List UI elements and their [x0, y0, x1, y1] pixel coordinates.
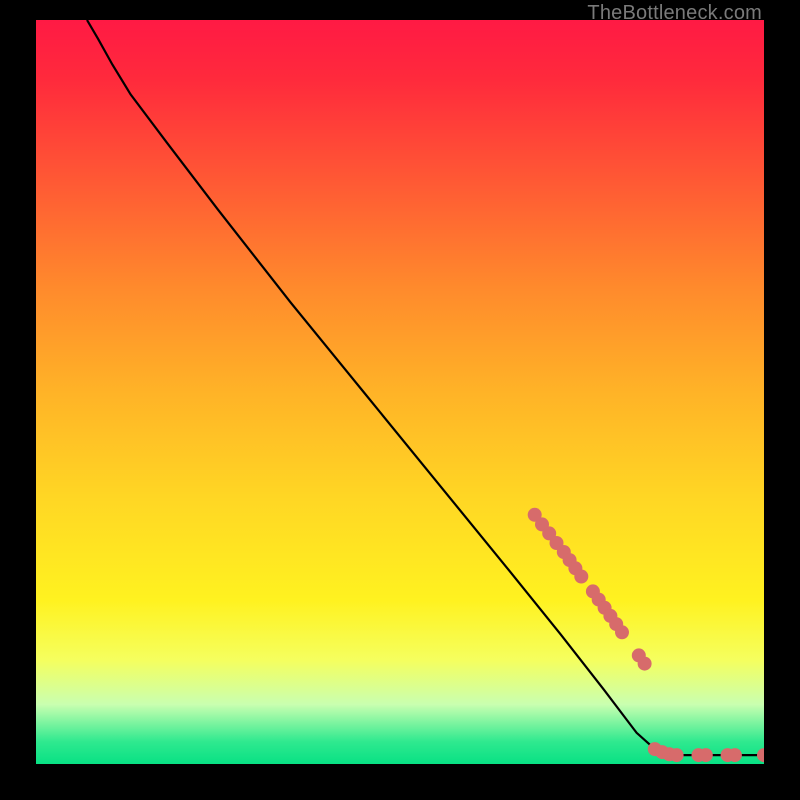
data-marker: [592, 593, 606, 607]
data-marker: [655, 745, 669, 759]
data-marker: [615, 625, 629, 639]
data-marker: [699, 748, 713, 762]
data-marker: [563, 553, 577, 567]
chart-svg: [36, 20, 764, 764]
data-marker: [550, 536, 564, 550]
data-marker: [557, 545, 571, 559]
marker-group: [528, 508, 764, 762]
data-marker: [568, 561, 582, 575]
data-marker: [586, 584, 600, 598]
data-marker: [609, 617, 623, 631]
data-marker: [721, 748, 735, 762]
data-marker: [528, 508, 542, 522]
chart-frame: TheBottleneck.com: [0, 0, 800, 800]
data-marker: [598, 601, 612, 615]
data-marker: [670, 748, 684, 762]
data-marker: [692, 748, 706, 762]
data-marker: [757, 748, 764, 762]
plot-area: [36, 20, 764, 764]
data-marker: [574, 570, 588, 584]
data-marker: [535, 517, 549, 531]
data-marker: [603, 609, 617, 623]
data-marker: [632, 648, 646, 662]
data-marker: [648, 742, 662, 756]
data-marker: [638, 657, 652, 671]
data-marker: [662, 747, 676, 761]
data-marker: [542, 526, 556, 540]
data-marker: [728, 748, 742, 762]
curve-line: [87, 20, 764, 755]
